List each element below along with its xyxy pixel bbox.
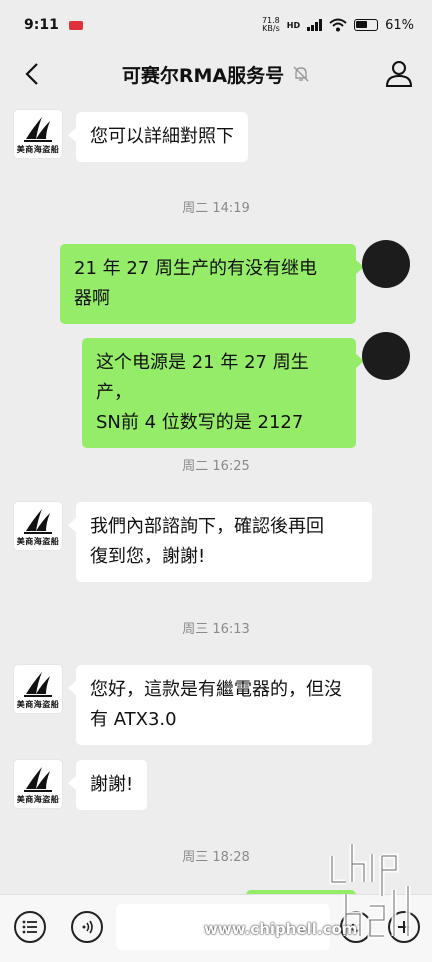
- user-avatar[interactable]: [362, 240, 410, 288]
- sails-logo-icon: [24, 117, 52, 142]
- person-icon[interactable]: [384, 58, 414, 88]
- signal-icon: [307, 19, 323, 31]
- timestamp: 周三 16:13: [182, 622, 250, 637]
- corsair-avatar[interactable]: 美商海盗船: [14, 110, 62, 158]
- message-text: 您可以詳細對照下: [90, 126, 234, 147]
- message-bubble-incoming[interactable]: 您好，這款是有繼電器的，但沒 有 ATX3.0: [68, 665, 372, 745]
- chat-messages[interactable]: 美商海盗船 您可以詳細對照下 周二 14:19 21 年 27 周生产的有没有继…: [0, 98, 432, 894]
- message-bubble-incoming[interactable]: 我們內部諮詢下，確認後再回 復到您，謝謝!: [68, 502, 372, 582]
- list-icon[interactable]: [14, 911, 46, 943]
- avatar-label: 美商海盗船: [16, 145, 60, 154]
- message-bubble-incoming[interactable]: 您可以詳細對照下: [68, 112, 248, 162]
- corsair-avatar[interactable]: 美商海盗船: [14, 665, 62, 713]
- chat-title: 可赛尔RMA服务号: [121, 64, 285, 87]
- message-bubble-outgoing[interactable]: 21 年 27 周生产的有没有继电 器啊: [60, 244, 364, 324]
- message-bubble-incoming[interactable]: 謝謝!: [67, 760, 148, 810]
- message-text-line: 我們內部諮詢下，確認後再回: [90, 516, 324, 537]
- sails-logo-icon: [24, 767, 52, 792]
- avatar-label: 美商海盗船: [16, 795, 60, 804]
- voice-icon[interactable]: [71, 911, 103, 943]
- message-text-line: 器啊: [74, 288, 110, 309]
- corsair-avatar[interactable]: 美商海盗船: [14, 760, 62, 808]
- message-text-line: SN前 4 位数写的是 2127: [96, 412, 304, 433]
- bell-off-icon: [293, 66, 309, 82]
- message-text-line: 这个电源是 21 年 27 周生产，: [96, 352, 309, 403]
- chat-header: 可赛尔RMA服务号: [0, 50, 432, 98]
- watermark-site: www.chiphell.com: [204, 920, 358, 938]
- status-bar: 9:11 71.8 KB/s HD 61%: [0, 0, 432, 50]
- avatar-label: 美商海盗船: [16, 537, 60, 546]
- timestamp: 周二 14:19: [182, 201, 250, 216]
- message-bubble-outgoing[interactable]: 这个电源是 21 年 27 周生产， SN前 4 位数写的是 2127: [82, 338, 364, 448]
- net-type: HD: [286, 20, 301, 30]
- message-text-line: 21 年 27 周生产的有没有继电: [74, 258, 317, 279]
- sails-logo-icon: [24, 509, 52, 534]
- chevron-left-icon[interactable]: [16, 58, 48, 90]
- user-avatar[interactable]: [362, 332, 410, 380]
- message-text-line: 您好，這款是有繼電器的，但沒: [90, 679, 342, 700]
- notification-app-icon: [68, 20, 83, 30]
- battery-icon: [354, 19, 379, 31]
- corsair-avatar[interactable]: 美商海盗船: [14, 502, 62, 550]
- net-speed: 71.8 KB/s: [261, 16, 280, 33]
- sails-logo-icon: [24, 672, 52, 697]
- wifi-icon: [329, 18, 347, 32]
- status-time: 9:11: [24, 17, 59, 33]
- battery-level: 61%: [385, 17, 414, 33]
- avatar-label: 美商海盗船: [16, 700, 60, 709]
- message-text-line: 有 ATX3.0: [90, 709, 177, 730]
- timestamp: 周二 16:25: [182, 459, 250, 474]
- message-text-line: 復到您，謝謝!: [90, 546, 206, 567]
- message-text: 謝謝!: [90, 774, 134, 795]
